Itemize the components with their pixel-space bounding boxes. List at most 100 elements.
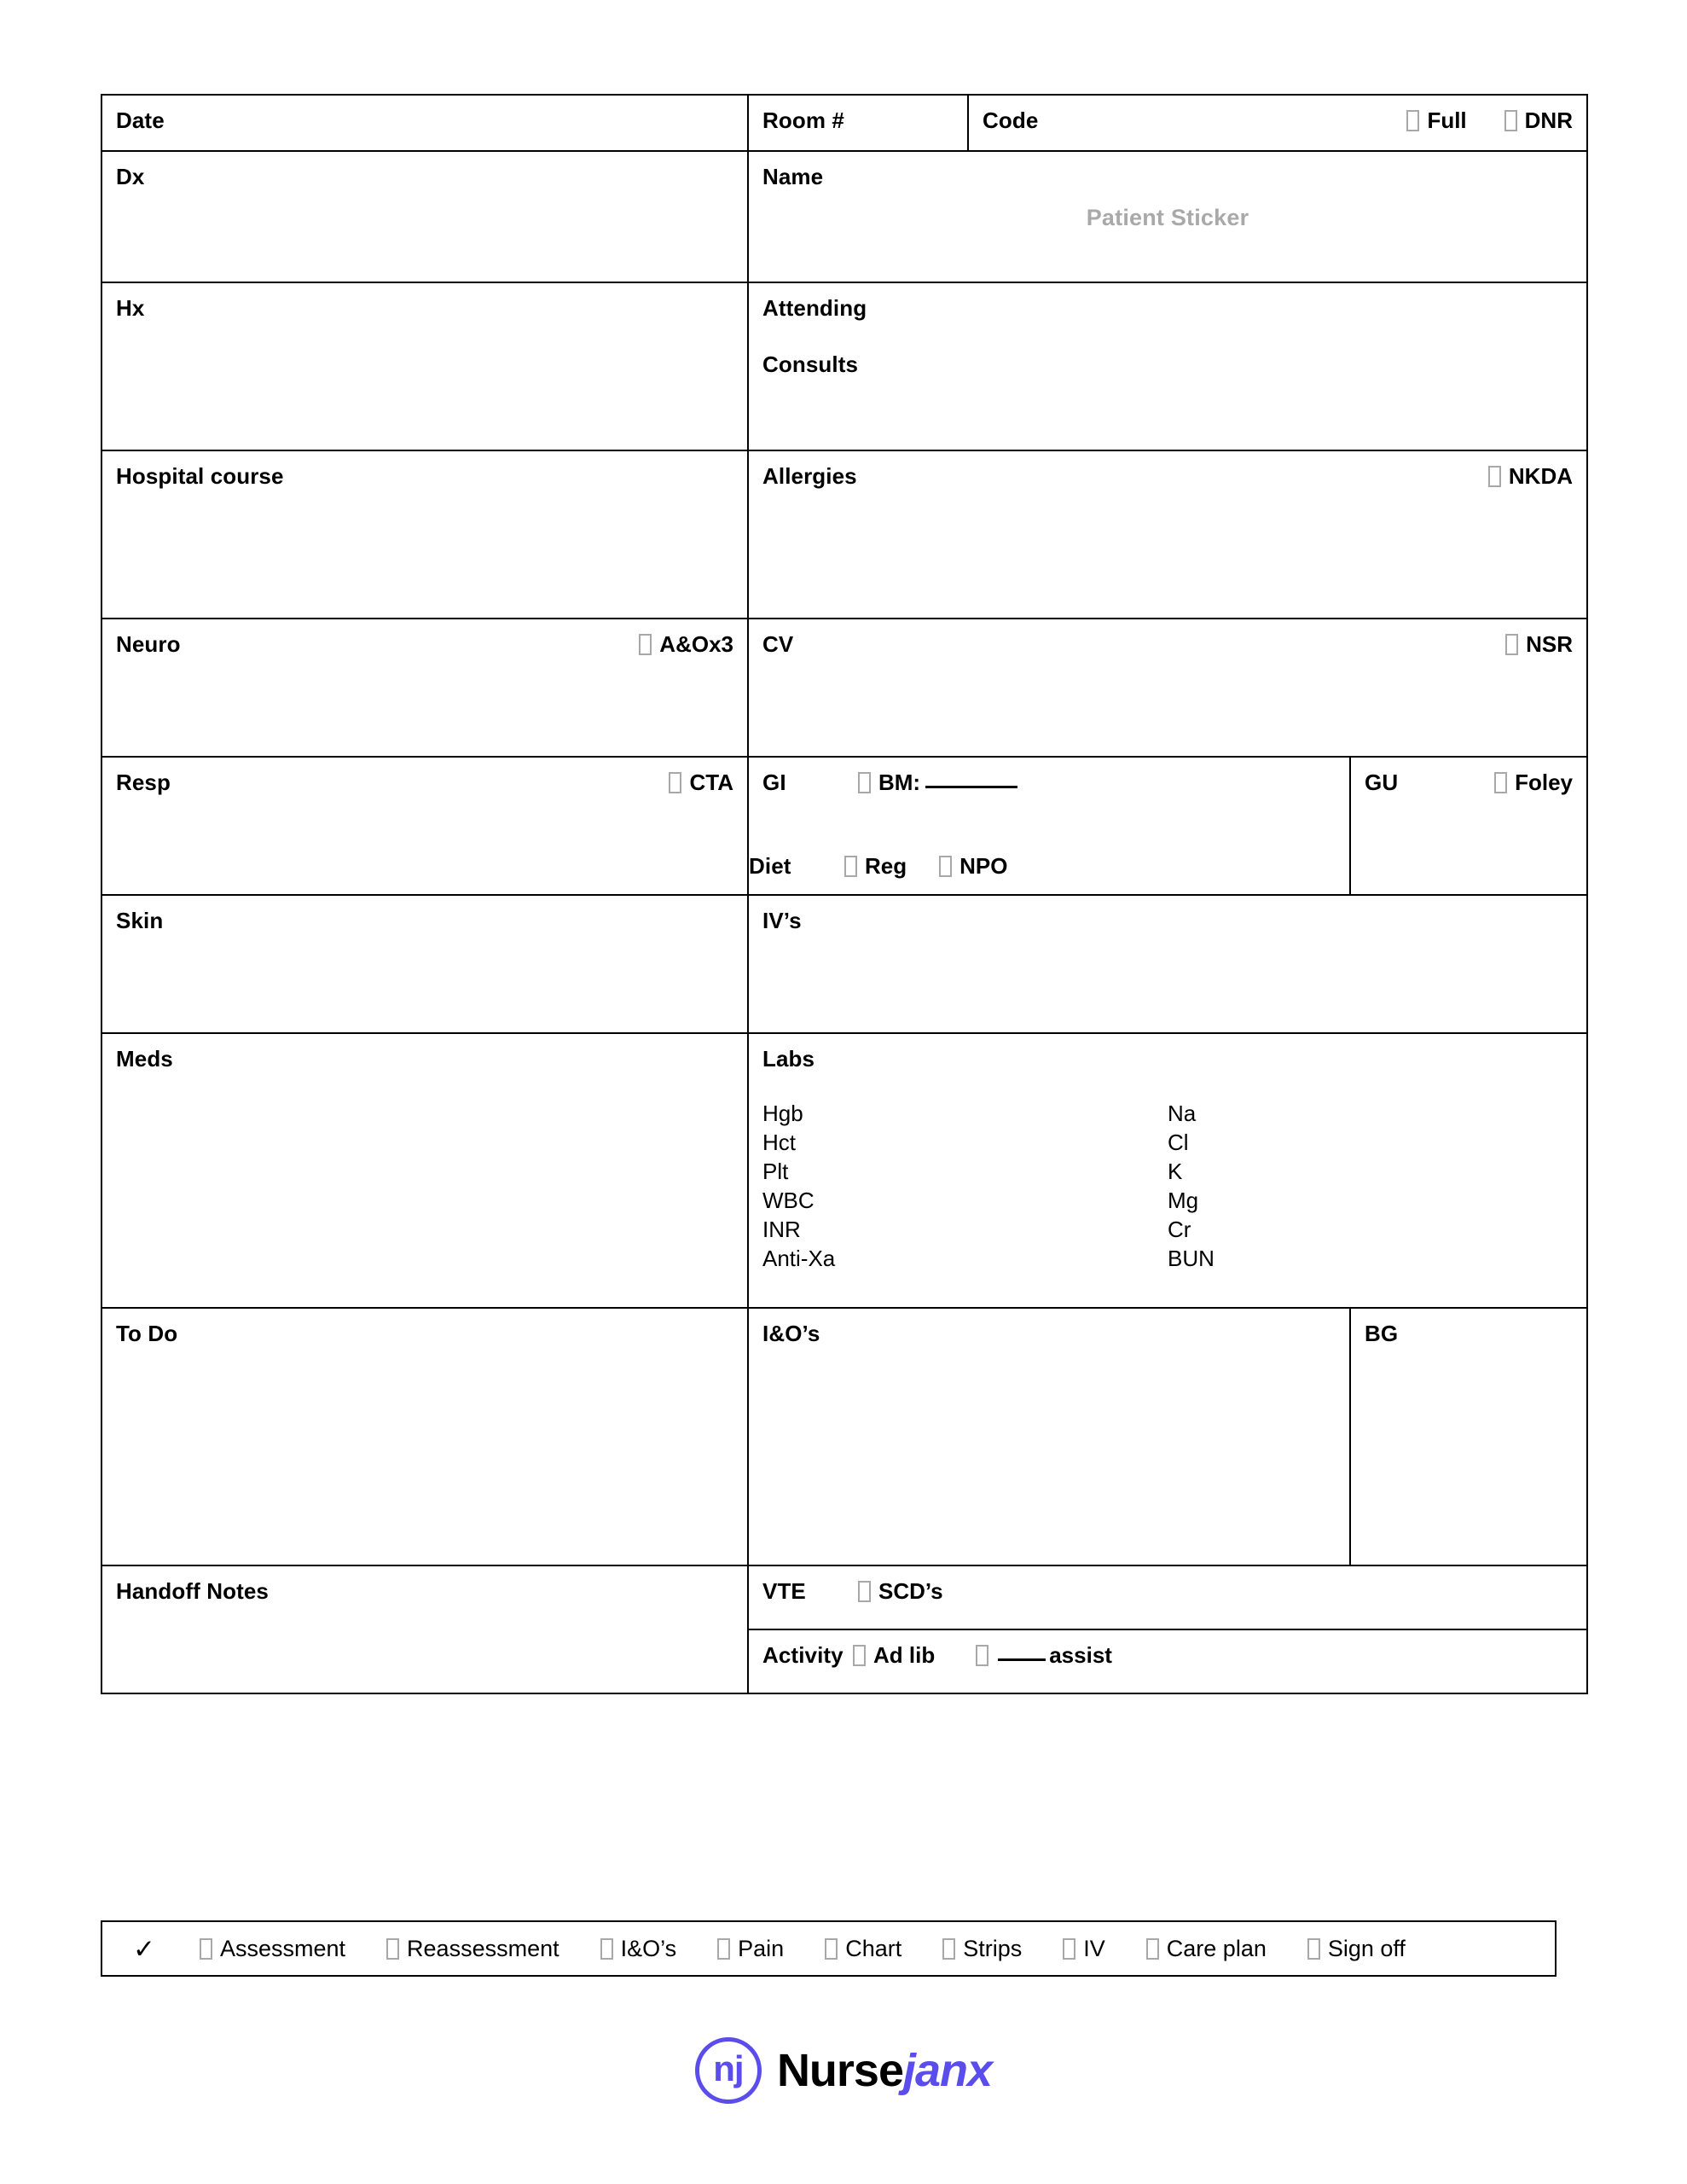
patient-sticker-placeholder: Patient Sticker <box>1086 205 1249 230</box>
lab-item[interactable]: BUN <box>1168 1244 1573 1273</box>
checkbox-icon[interactable] <box>1063 1938 1076 1960</box>
label-skin: Skin <box>116 908 164 933</box>
cell-gi-diet[interactable]: GI BM: Diet Reg NPO <box>747 756 1351 896</box>
checkbox-icon[interactable] <box>386 1938 400 1960</box>
option-label: Foley <box>1515 770 1573 795</box>
option-activity-assist[interactable]: assist <box>976 1642 1112 1668</box>
checklist-item-iv[interactable]: IV <box>1063 1936 1105 1961</box>
cell-cv[interactable]: CV NSR <box>747 618 1588 758</box>
checkbox-icon[interactable] <box>600 1938 613 1960</box>
lab-item[interactable]: Anti-Xa <box>762 1244 1168 1273</box>
checkbox-icon[interactable] <box>669 772 682 793</box>
lab-item[interactable]: Mg <box>1168 1186 1573 1215</box>
option-diet-npo[interactable]: NPO <box>939 853 1007 879</box>
checkbox-icon[interactable] <box>639 634 652 655</box>
cell-dx[interactable]: Dx <box>101 150 749 283</box>
option-resp-cta[interactable]: CTA <box>669 770 733 795</box>
option-allergies-nkda[interactable]: NKDA <box>1487 463 1573 489</box>
checklist-item-chart[interactable]: Chart <box>825 1936 901 1961</box>
checklist-item-label: IV <box>1083 1936 1105 1961</box>
cell-activity[interactable]: Activity Ad lib assist <box>747 1629 1588 1694</box>
cell-hospital-course[interactable]: Hospital course <box>101 450 749 619</box>
checkbox-icon[interactable] <box>858 1581 871 1602</box>
option-vte-scds[interactable]: SCD’s <box>858 1578 943 1604</box>
checkbox-icon[interactable] <box>1505 634 1519 655</box>
cell-skin[interactable]: Skin <box>101 894 749 1034</box>
checkbox-icon[interactable] <box>199 1938 212 1960</box>
lab-item[interactable]: Cl <box>1168 1128 1573 1157</box>
checklist-item-label: Sign off <box>1327 1936 1406 1961</box>
label-ios: I&O’s <box>762 1321 820 1346</box>
lab-item[interactable]: Na <box>1168 1099 1573 1128</box>
cell-meds[interactable]: Meds <box>101 1032 749 1309</box>
option-diet-reg[interactable]: Reg <box>844 853 907 879</box>
cell-vte[interactable]: VTE SCD’s <box>747 1565 1588 1630</box>
option-code-full[interactable]: Full <box>1406 107 1467 133</box>
checkbox-icon[interactable] <box>1487 466 1501 487</box>
cell-hx[interactable]: Hx <box>101 282 749 451</box>
cell-handoff-notes[interactable]: Handoff Notes <box>101 1565 749 1694</box>
checklist-item-reassessment[interactable]: Reassessment <box>386 1936 559 1961</box>
checkbox-icon[interactable] <box>1406 110 1420 131</box>
option-code-dnr[interactable]: DNR <box>1504 107 1573 133</box>
label-neuro: Neuro <box>116 631 181 657</box>
cell-neuro[interactable]: Neuro A&Ox3 <box>101 618 749 758</box>
label-ivs: IV’s <box>762 908 802 933</box>
cell-labs[interactable]: Labs Hgb Hct Plt WBC INR Anti-Xa Na Cl K… <box>747 1032 1588 1309</box>
checklist-item-assessment[interactable]: Assessment <box>199 1936 346 1961</box>
cell-code[interactable]: Code Full DNR <box>967 94 1588 152</box>
checklist-item-label: Assessment <box>219 1936 346 1961</box>
lab-item[interactable]: INR <box>762 1215 1168 1244</box>
checkbox-icon[interactable] <box>942 1938 956 1960</box>
label-labs: Labs <box>762 1046 815 1072</box>
checkbox-icon[interactable] <box>853 1645 866 1666</box>
cell-to-do[interactable]: To Do <box>101 1307 749 1566</box>
bm-blank-line[interactable] <box>925 786 1018 788</box>
option-label: A&Ox3 <box>659 631 733 657</box>
cell-ivs[interactable]: IV’s <box>747 894 1588 1034</box>
checkbox-icon[interactable] <box>825 1938 838 1960</box>
cell-bg[interactable]: BG <box>1349 1307 1588 1566</box>
lab-item[interactable]: Plt <box>762 1157 1168 1186</box>
checklist-item-sign-off[interactable]: Sign off <box>1307 1936 1406 1961</box>
cell-ios[interactable]: I&O’s <box>747 1307 1351 1566</box>
lab-item[interactable]: Hct <box>762 1128 1168 1157</box>
lab-item[interactable]: K <box>1168 1157 1573 1186</box>
lab-item[interactable]: WBC <box>762 1186 1168 1215</box>
cell-attending-consults[interactable]: Attending Consults <box>747 282 1588 451</box>
lab-item[interactable]: Hgb <box>762 1099 1168 1128</box>
nj-monogram: nj <box>713 2048 744 2088</box>
option-neuro-aox3[interactable]: A&Ox3 <box>639 631 733 657</box>
label-diet: Diet <box>749 853 791 879</box>
option-gi-bm[interactable]: BM: <box>858 770 1018 795</box>
label-name: Name <box>762 164 824 189</box>
cell-resp[interactable]: Resp CTA <box>101 756 749 896</box>
table-row-dx-name: Dx Name Patient Sticker <box>101 150 1588 283</box>
cell-date[interactable]: Date <box>101 94 749 152</box>
lab-item[interactable]: Cr <box>1168 1215 1573 1244</box>
checkbox-icon[interactable] <box>844 856 857 877</box>
checklist-item-strips[interactable]: Strips <box>942 1936 1022 1961</box>
option-gu-foley[interactable]: Foley <box>1494 770 1573 795</box>
checklist-item-pain[interactable]: Pain <box>717 1936 784 1961</box>
checkbox-icon[interactable] <box>1307 1938 1320 1960</box>
cell-name[interactable]: Name Patient Sticker <box>747 150 1588 283</box>
checklist-item-label: Chart <box>845 1936 902 1961</box>
checkbox-icon[interactable] <box>1494 772 1508 793</box>
checklist-item-ios[interactable]: I&O’s <box>600 1936 676 1961</box>
checkbox-icon[interactable] <box>1504 110 1517 131</box>
label-activity: Activity <box>762 1642 844 1668</box>
assist-blank-line[interactable] <box>998 1658 1046 1661</box>
checkbox-icon[interactable] <box>1145 1938 1159 1960</box>
checkbox-icon[interactable] <box>858 772 871 793</box>
label-bg: BG <box>1365 1321 1399 1346</box>
checklist-item-care-plan[interactable]: Care plan <box>1145 1936 1267 1961</box>
checkbox-icon[interactable] <box>939 856 953 877</box>
cell-gu[interactable]: GU Foley <box>1349 756 1588 896</box>
checkbox-icon[interactable] <box>976 1645 989 1666</box>
checkbox-icon[interactable] <box>717 1938 731 1960</box>
cell-room[interactable]: Room # <box>747 94 969 152</box>
cell-allergies[interactable]: Allergies NKDA <box>747 450 1588 619</box>
option-activity-ad-lib[interactable]: Ad lib <box>853 1642 935 1668</box>
option-cv-nsr[interactable]: NSR <box>1505 631 1573 657</box>
